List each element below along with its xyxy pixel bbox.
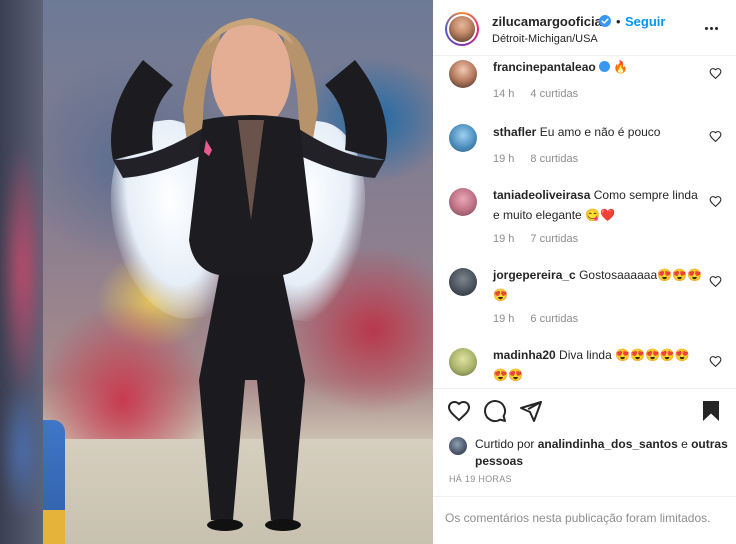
comment-likes[interactable]: 7 curtidas [530, 233, 578, 245]
separator-dot: • [616, 14, 621, 29]
follow-button[interactable]: Seguir [625, 14, 665, 29]
verified-badge-icon [599, 61, 611, 72]
comment-avatar[interactable] [449, 60, 477, 88]
comment-username[interactable]: francinepantaleao [493, 60, 596, 74]
comment-avatar[interactable] [449, 348, 477, 376]
author-avatar[interactable] [445, 12, 479, 46]
more-options-icon[interactable] [701, 20, 721, 36]
share-send-icon[interactable] [519, 399, 543, 423]
heart-icon[interactable] [709, 195, 722, 208]
comments-limited-notice: Os comentários nesta publicação foram li… [433, 496, 736, 544]
heart-icon[interactable] [709, 130, 722, 143]
yellow-object [43, 510, 65, 544]
comment-username[interactable]: jorgepereira_c [493, 268, 576, 282]
comment-body: 🔥 [613, 60, 629, 74]
comment-body: Eu amo e não é pouco [539, 125, 661, 139]
person-figure [111, 18, 387, 531]
comment-text: sthafler Eu amo e não é pouco [493, 122, 703, 142]
comment-time[interactable]: 19 h [493, 233, 514, 245]
comment-username[interactable]: sthafler [493, 125, 536, 139]
heart-icon[interactable] [709, 67, 722, 80]
comment-time[interactable]: 19 h [493, 153, 514, 165]
comment-avatar[interactable] [449, 268, 477, 296]
liked-by-username[interactable]: analindinha_dos_santos [538, 437, 678, 451]
comment-time[interactable]: 14 h [493, 88, 514, 100]
comment-avatar[interactable] [449, 124, 477, 152]
post-side-panel: zilucamargooficial • Seguir Détroit-Mich… [433, 0, 736, 544]
post-photo[interactable] [43, 0, 433, 544]
save-bookmark-icon[interactable] [699, 399, 723, 423]
comment-username[interactable]: madinha20 [493, 348, 556, 362]
liked-by-text: Curtido por analindinha_dos_santos e out… [475, 436, 729, 470]
post-location[interactable]: Détroit-Michigan/USA [492, 33, 598, 45]
backdrop-blur-left-blue [0, 380, 45, 520]
comment-meta: 19 h 8 curtidas [493, 153, 578, 165]
comment-meta: 14 h 4 curtidas [493, 88, 578, 100]
author-username[interactable]: zilucamargooficial [492, 14, 605, 29]
heart-icon[interactable] [709, 355, 722, 368]
comment-bubble-icon[interactable] [483, 399, 507, 423]
liked-by-middle: e [677, 437, 692, 451]
post-actions-bar [433, 388, 736, 432]
comment-likes[interactable]: 8 curtidas [530, 153, 578, 165]
comment-text: taniadeoliveirasa Como sempre linda e mu… [493, 185, 703, 225]
comment-text: jorgepereira_c Gostosaaaaaa😍😍😍😍 [493, 265, 703, 305]
comment-likes[interactable]: 6 curtidas [530, 313, 578, 325]
comment-text: madinha20 Diva linda 😍😍😍😍😍😍😍 [493, 345, 703, 385]
comment-time[interactable]: 19 h [493, 313, 514, 325]
comment-username[interactable]: taniadeoliveirasa [493, 188, 590, 202]
comment-meta: 19 h 6 curtidas [493, 313, 578, 325]
comment-likes[interactable]: 4 curtidas [530, 88, 578, 100]
backdrop-blur-left-red [0, 140, 45, 400]
heart-icon[interactable] [709, 275, 722, 288]
comments-limited-text: Os comentários nesta publicação foram li… [445, 511, 711, 525]
comment-text: francinepantaleao 🔥 [493, 57, 703, 77]
comment-avatar[interactable] [449, 188, 477, 216]
liked-by-avatar[interactable] [449, 437, 467, 455]
comment-meta: 19 h 7 curtidas [493, 233, 578, 245]
post-header: zilucamargooficial • Seguir Détroit-Mich… [433, 0, 736, 56]
comments-list[interactable]: francinepantaleao 🔥 14 h 4 curtidas sthaf… [433, 57, 736, 387]
verified-badge-icon [599, 15, 611, 27]
liked-by-prefix: Curtido por [475, 437, 538, 451]
post-timestamp[interactable]: HÁ 19 HORAS [449, 474, 512, 484]
like-heart-icon[interactable] [447, 399, 471, 423]
